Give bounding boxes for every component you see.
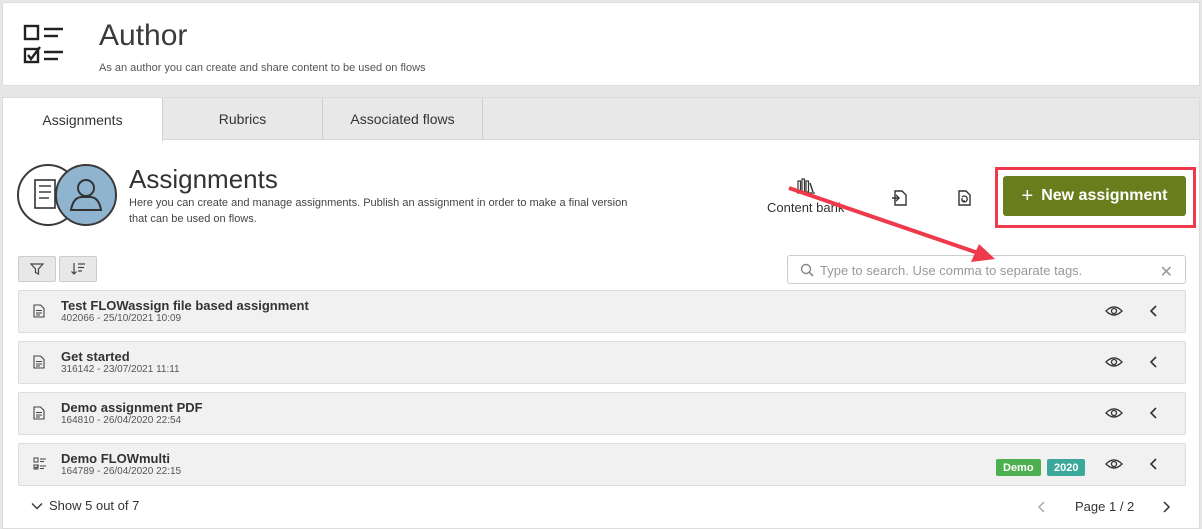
clear-search-icon[interactable]: ✕ — [1160, 262, 1173, 282]
chevron-left-icon[interactable] — [1149, 456, 1159, 472]
new-assignment-label: New assignment — [1041, 187, 1168, 204]
library-icon — [796, 178, 815, 194]
list-item-meta: 164810 - 26/04/2020 22:54 — [61, 415, 182, 426]
section-description: Here you can create and manage assignmen… — [129, 197, 628, 225]
content-bank-label: Content bank — [767, 200, 845, 215]
new-assignment-button[interactable]: + New assignment — [1003, 176, 1186, 216]
main-panel: Assignments Rubrics Associated flows Ass… — [2, 97, 1200, 529]
checklist-icon — [33, 457, 46, 470]
tab-bar: Assignments Rubrics Associated flows — [3, 98, 1199, 141]
eye-icon[interactable] — [1105, 407, 1123, 419]
document-icon — [33, 406, 45, 420]
tab-assignments[interactable]: Assignments — [3, 98, 163, 141]
filter-icon — [30, 263, 44, 275]
page-title: Author — [99, 19, 188, 52]
tab-rubrics[interactable]: Rubrics — [163, 98, 323, 140]
sort-button[interactable] — [59, 256, 97, 282]
previous-page-icon[interactable] — [1037, 500, 1047, 514]
list-item-title: Demo assignment PDF — [61, 400, 203, 415]
next-page-icon[interactable] — [1161, 500, 1171, 514]
list-item[interactable]: Get started 316142 - 23/07/2021 11:11 — [18, 341, 1186, 384]
chevron-left-icon[interactable] — [1149, 405, 1159, 421]
list-item[interactable]: Demo assignment PDF 164810 - 26/04/2020 … — [18, 392, 1186, 435]
import-button[interactable] — [890, 188, 910, 208]
list-item-meta: 316142 - 23/07/2021 11:11 — [61, 364, 180, 375]
section-title: Assignments — [129, 164, 278, 194]
show-more-button[interactable]: Show 5 out of 7 — [31, 498, 139, 513]
page-subtitle: As an author you can create and share co… — [99, 62, 426, 74]
section-illustration — [17, 164, 121, 230]
tag-badge[interactable]: 2020 — [1047, 459, 1086, 476]
chevron-left-icon[interactable] — [1149, 303, 1159, 319]
eye-icon[interactable] — [1105, 356, 1123, 368]
checklist-icon — [23, 24, 63, 64]
list-item-meta: 402066 - 25/10/2021 10:09 — [61, 313, 182, 324]
eye-icon[interactable] — [1105, 458, 1123, 470]
content-bank-button[interactable]: Content bank — [767, 178, 844, 215]
search-icon — [800, 263, 814, 277]
plus-icon: + — [1021, 185, 1034, 207]
filter-button[interactable] — [18, 256, 56, 282]
list-item-title: Get started — [61, 349, 130, 364]
import-icon — [892, 190, 907, 206]
chevron-down-icon — [31, 502, 43, 509]
sync-button[interactable] — [954, 188, 974, 208]
list-item[interactable]: Demo FLOWmulti 164789 - 26/04/2020 22:15… — [18, 443, 1186, 486]
page-indicator: Page 1 / 2 — [1075, 499, 1135, 514]
search-input[interactable] — [820, 260, 1140, 280]
list-item-title: Demo FLOWmulti — [61, 451, 171, 466]
sync-icon — [958, 190, 971, 206]
search-box: ✕ — [787, 255, 1186, 284]
page-header: Author As an author you can create and s… — [2, 2, 1200, 86]
chevron-left-icon[interactable] — [1149, 354, 1159, 370]
list-item-meta: 164789 - 26/04/2020 22:15 — [61, 466, 182, 477]
eye-icon[interactable] — [1105, 305, 1123, 317]
tab-associated-flows[interactable]: Associated flows — [323, 98, 483, 140]
list-item-title: Test FLOWassign file based assignment — [61, 298, 309, 313]
show-more-label: Show 5 out of 7 — [49, 498, 140, 513]
user-icon — [55, 164, 117, 226]
document-icon — [33, 355, 45, 369]
list-item[interactable]: Test FLOWassign file based assignment 40… — [18, 290, 1186, 333]
sort-icon — [71, 263, 85, 275]
document-icon — [33, 304, 45, 318]
tag-badge[interactable]: Demo — [996, 459, 1041, 476]
